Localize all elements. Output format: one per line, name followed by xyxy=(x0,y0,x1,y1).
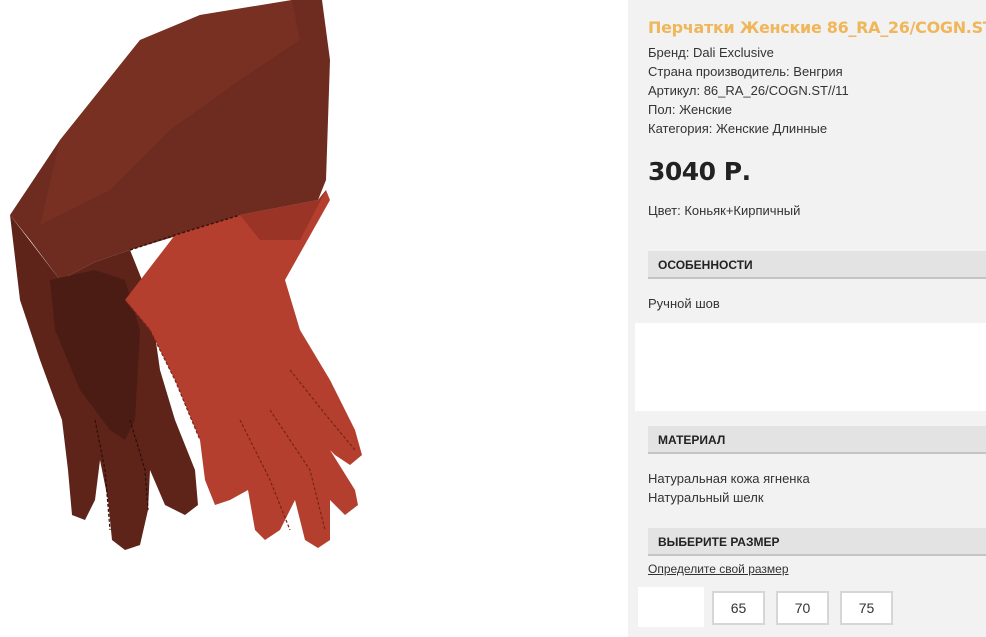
features-text: Ручной шов xyxy=(648,296,720,311)
material-line: Натуральная кожа ягненка xyxy=(648,471,810,486)
product-info-panel: Перчатки Женские 86_RA_26/COGN.ST//11 Бр… xyxy=(628,0,986,637)
product-price: 3040 Р. xyxy=(648,157,751,186)
product-title: Перчатки Женские 86_RA_26/COGN.ST//11 xyxy=(648,18,986,37)
features-header: ОСОБЕННОСТИ xyxy=(648,251,986,279)
size-header: ВЫБЕРИТЕ РАЗМЕР xyxy=(648,528,986,556)
product-brand: Бренд: Dali Exclusive xyxy=(648,45,774,60)
product-gender: Пол: Женские xyxy=(648,102,733,117)
product-color: Цвет: Коньяк+Кирпичный xyxy=(648,203,801,218)
size-option-75[interactable]: 75 xyxy=(840,591,893,625)
product-image[interactable] xyxy=(0,0,628,637)
size-option-70[interactable]: 70 xyxy=(776,591,829,625)
size-placeholder xyxy=(638,587,704,627)
size-option-65[interactable]: 65 xyxy=(712,591,765,625)
product-category: Категория: Женские Длинные xyxy=(648,121,828,136)
product-article: Артикул: 86_RA_26/COGN.ST//11 xyxy=(648,83,849,98)
product-country: Страна производитель: Венгрия xyxy=(648,64,843,79)
material-line: Натуральный шелк xyxy=(648,490,764,505)
determine-size-link[interactable]: Определите свой размер xyxy=(648,562,789,576)
gloves-image xyxy=(10,0,362,550)
material-header: МАТЕРИАЛ xyxy=(648,426,986,454)
blank-content-area xyxy=(635,323,986,411)
